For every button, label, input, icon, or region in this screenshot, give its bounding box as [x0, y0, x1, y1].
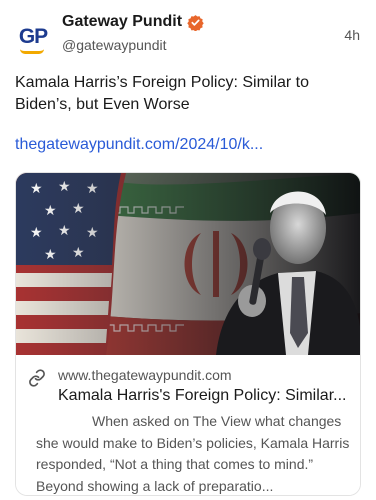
card-meta: www.thegatewaypundit.com Kamala Harris's… [16, 355, 360, 495]
card-description: When asked on The View what changes she … [36, 413, 350, 494]
card-image[interactable]: ★ ★ ★ ★ ★ ★ ★ ★ ★ ★ [16, 173, 360, 355]
display-name[interactable]: Gateway Pundit [62, 13, 182, 31]
name-row: Gateway Pundit [62, 13, 204, 31]
avatar-logo: GP [18, 25, 48, 48]
account-handle[interactable]: @gatewaypundit [62, 37, 167, 53]
avatar[interactable]: GP [14, 18, 52, 56]
post-link[interactable]: thegatewaypundit.com/2024/10/k... [15, 136, 263, 154]
post-text: Kamala Harris’s Foreign Policy: Similar … [15, 74, 310, 113]
post-timestamp[interactable]: 4h [344, 27, 360, 43]
link-icon [29, 369, 45, 387]
news-photo: ★ ★ ★ ★ ★ ★ ★ ★ ★ ★ [16, 173, 360, 355]
card-domain: www.thegatewaypundit.com [58, 367, 232, 383]
verified-badge-icon [187, 14, 204, 31]
link-preview-card[interactable]: ★ ★ ★ ★ ★ ★ ★ ★ ★ ★ [15, 172, 361, 496]
avatar-swoosh [20, 49, 44, 54]
card-title[interactable]: Kamala Harris's Foreign Policy: Similar.… [58, 387, 354, 405]
post-header: GP Gateway Pundit @gatewaypundit 4h [0, 0, 376, 70]
